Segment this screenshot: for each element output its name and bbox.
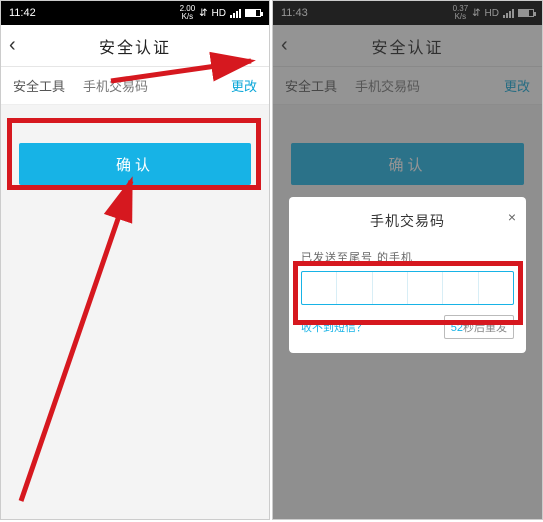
status-time: 11:43 [281, 7, 308, 19]
security-tool-row: 安全工具 手机交易码 更改 [1, 67, 269, 105]
change-link[interactable]: 更改 [231, 76, 257, 95]
back-button[interactable]: ‹ [9, 34, 16, 57]
dialog-close-button[interactable]: × [508, 209, 516, 225]
change-link[interactable]: 更改 [504, 76, 530, 95]
status-signal-icon [230, 8, 241, 18]
status-battery-icon [518, 9, 534, 17]
status-battery-icon [245, 9, 261, 17]
page-title: 安全认证 [99, 34, 171, 58]
security-tool-row: 安全工具 手机交易码 更改 [273, 67, 542, 105]
row-label: 安全工具 [13, 76, 83, 95]
sms-code-dialog: 手机交易码 × 已发送至尾号 的手机 收不到短信？ 52秒后重发 [289, 197, 526, 353]
resend-button[interactable]: 52秒后重发 [444, 315, 514, 339]
confirm-button[interactable]: 确认 [19, 143, 251, 185]
header: ‹ 安全认证 [1, 25, 269, 67]
dialog-title: 手机交易码 [301, 211, 514, 241]
status-time: 11:42 [9, 7, 36, 19]
status-net: 2.00 K/s [180, 5, 196, 21]
status-hd: HD [212, 8, 226, 19]
status-hd: HD [485, 8, 499, 19]
row-value: 手机交易码 [355, 76, 504, 95]
phone-right: 11:43 0.37 K/s ⇵ HD ‹ 安全认证 安全工具 手机交易码 更改… [272, 0, 543, 520]
page-title: 安全认证 [371, 34, 443, 58]
row-label: 安全工具 [285, 76, 355, 95]
dialog-subtext: 已发送至尾号 的手机 [301, 249, 514, 265]
status-net: 0.37 K/s [453, 5, 469, 21]
confirm-button[interactable]: 确认 [291, 143, 524, 185]
sms-code-input[interactable] [301, 271, 514, 305]
status-wifi-icon: ⇵ [472, 8, 480, 19]
status-signal-icon [503, 8, 514, 18]
resend-suffix: 秒后重发 [463, 322, 507, 334]
phone-left: 11:42 2.00 K/s ⇵ HD ‹ 安全认证 安全工具 手机交易码 更改… [0, 0, 270, 520]
resend-seconds: 52 [451, 322, 463, 334]
arrow-to-confirm [11, 171, 171, 511]
row-value: 手机交易码 [83, 76, 231, 95]
back-button[interactable]: ‹ [281, 34, 288, 57]
status-bar: 11:43 0.37 K/s ⇵ HD [273, 1, 542, 25]
sms-help-link[interactable]: 收不到短信？ [301, 319, 367, 335]
status-wifi-icon: ⇵ [199, 8, 207, 19]
status-bar: 11:42 2.00 K/s ⇵ HD [1, 1, 269, 25]
header: ‹ 安全认证 [273, 25, 542, 67]
